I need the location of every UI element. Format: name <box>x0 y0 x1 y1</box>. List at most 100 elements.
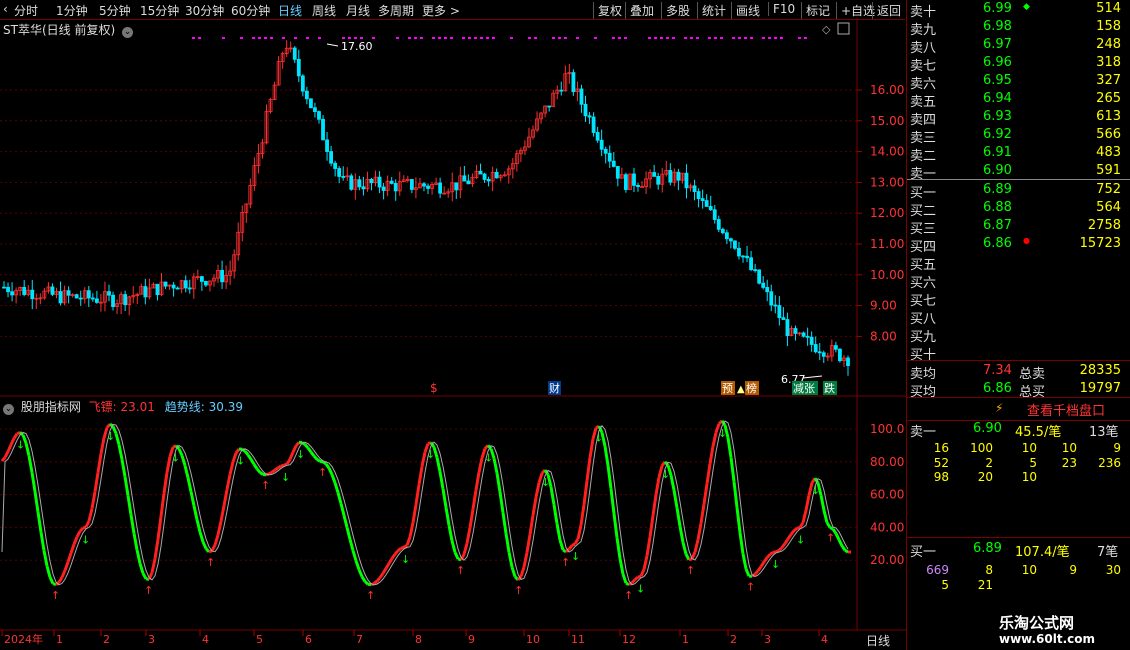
bid-level-row[interactable]: 买十 <box>907 343 1130 363</box>
down-arrow-icon: ↓ <box>484 451 493 464</box>
ask-level-row[interactable]: 卖一 6.90 591 <box>907 162 1130 182</box>
ask-level-row[interactable]: 卖七 6.96 318 <box>907 54 1130 74</box>
ask-level-row[interactable]: 卖十 6.99 514 <box>907 0 1130 20</box>
indicator-segment <box>403 544 408 549</box>
bid-level-row[interactable]: 买八 <box>907 307 1130 327</box>
signal-dot <box>420 37 423 39</box>
view-depth-bar[interactable]: ⚡ 查看千档盘口 <box>907 397 1130 421</box>
indicator-segment <box>606 465 613 489</box>
signal-dot <box>654 37 657 39</box>
time-axis: 2024年 1 2 3 4 5 6 7 8 9 10 11 12 1 2 3 4 <box>1 630 828 646</box>
signal-dot <box>372 37 375 39</box>
up-arrow-icon: ↑ <box>686 564 695 577</box>
ask-level-row[interactable]: 卖八 6.97 248 <box>907 36 1130 56</box>
candle-body <box>696 191 701 200</box>
event-marker-forecast[interactable]: 预 <box>722 382 733 395</box>
indicator-segment <box>411 504 418 523</box>
candle-body <box>821 352 826 357</box>
indicator-segment <box>525 534 532 553</box>
chevron-down-icon[interactable]: ⌄ <box>121 27 133 38</box>
candle-body <box>684 172 689 189</box>
indicator-segment <box>651 494 658 516</box>
bid-level-row[interactable]: 买七 <box>907 289 1130 309</box>
candle-body <box>765 287 770 293</box>
candle-body <box>143 286 148 298</box>
maximize-icon[interactable] <box>837 22 850 35</box>
signal-dot <box>672 37 675 39</box>
bid-level-row[interactable]: 买六 <box>907 271 1130 291</box>
candle-body <box>571 72 576 93</box>
indicator-segment <box>39 531 46 551</box>
indicator-segment <box>381 567 388 575</box>
event-marker-rank[interactable]: 榜 <box>746 381 757 395</box>
indicator-segment <box>552 504 559 524</box>
queue-order-size: 100 <box>970 441 993 455</box>
buy1-detail-price: 6.89 <box>973 541 1002 556</box>
bid-level-row[interactable]: 买一 6.89 752 <box>907 181 1130 201</box>
candle-body <box>111 294 115 307</box>
candle-body <box>692 185 697 192</box>
signal-dot <box>270 37 273 39</box>
ask-level-row[interactable]: 卖五 6.94 265 <box>907 90 1130 110</box>
down-arrow-icon: ↓ <box>171 451 180 464</box>
ask-level-row[interactable]: 卖九 6.98 158 <box>907 18 1130 38</box>
candle-body <box>357 179 362 188</box>
event-marker-reduce[interactable]: 减张 <box>793 382 815 395</box>
view-depth-button[interactable]: 查看千档盘口 <box>1027 400 1105 419</box>
indicator-segment <box>777 546 784 552</box>
event-marker-dollar[interactable]: $ <box>430 381 438 395</box>
indicator-segment <box>129 514 136 534</box>
ask-level-row[interactable]: 卖二 6.91 483 <box>907 144 1130 164</box>
event-marker-fall[interactable]: 跌 <box>824 381 835 395</box>
indicator-segment <box>829 526 834 531</box>
candle-body <box>292 47 297 60</box>
bid-level-row[interactable]: 买二 6.88 564 <box>907 199 1130 219</box>
ask-level-row[interactable]: 卖六 6.95 327 <box>907 72 1130 92</box>
ask-level-row[interactable]: 卖四 6.93 613 <box>907 108 1130 128</box>
candle-body <box>583 103 588 117</box>
kline-chart-canvas[interactable]: ↓↑↓↓↑↓↑↓↑↓↓↑↑↓↓↑↓↑↓↑ ↓↓↑ ↓↓↑↓↑↓↓↓↑ 16.0015… <box>0 0 906 650</box>
candle-body <box>668 170 673 183</box>
bid-level-row[interactable]: 买四 6.86 15723 <box>907 235 1130 255</box>
diamond-icon[interactable]: ◇ <box>822 23 831 36</box>
price-tick-label: 11.00 <box>870 237 904 251</box>
indicator-segment <box>243 450 250 456</box>
indicator-segment <box>501 512 508 534</box>
time-tick-label: 4 <box>821 633 828 646</box>
queue-order-size: 236 <box>1098 455 1121 470</box>
down-arrow-icon: ↓ <box>81 533 90 546</box>
signal-dot <box>252 37 255 39</box>
bid-level-row[interactable]: 买九 <box>907 325 1130 345</box>
bid-level-row[interactable]: 买五 <box>907 253 1130 273</box>
chevron-down-icon[interactable]: ⌄ <box>3 404 14 415</box>
candle-body <box>749 257 753 271</box>
candle-body <box>712 209 717 220</box>
ask-level-row[interactable]: 卖三 6.92 566 <box>907 126 1130 146</box>
indicator-tick-label: 100.0 <box>870 422 904 436</box>
indicator-segment <box>201 541 208 550</box>
ask-level-price: 6.90 <box>983 163 1012 178</box>
candle-body <box>393 183 398 192</box>
indicator-segment <box>690 551 697 560</box>
queue-order-size: 30 <box>1105 563 1121 577</box>
indicator-segment <box>681 541 688 555</box>
candle-body <box>349 175 354 190</box>
ask-level-volume: 566 <box>1096 127 1121 142</box>
up-arrow-icon: ↑ <box>261 479 270 492</box>
up-arrow-icon: ↑ <box>144 584 153 597</box>
candle-body <box>454 182 459 191</box>
ask-level-volume: 265 <box>1096 91 1121 106</box>
indicator-segment <box>571 542 576 547</box>
indicator-segment <box>531 497 538 516</box>
indicator-segment <box>330 473 337 484</box>
queue-order-size: 52 <box>933 455 949 470</box>
signal-dot <box>258 37 261 39</box>
candle-body <box>321 118 325 141</box>
bid-level-row[interactable]: 买三 6.87 2758 <box>907 217 1130 237</box>
event-marker-finance[interactable]: 财 <box>549 381 560 395</box>
indicator-segment <box>699 503 706 524</box>
watermark-url: www.60lt.com <box>999 632 1096 646</box>
time-tick-label: 1 <box>682 633 689 646</box>
main-grid <box>0 89 857 337</box>
ask-level-volume: 318 <box>1096 55 1121 70</box>
